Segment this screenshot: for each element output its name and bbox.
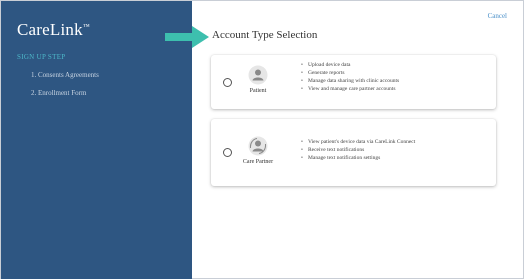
feature-item: Upload device data <box>301 61 399 69</box>
sidebar-step-consents: 1. Consents Agreements <box>31 71 99 79</box>
feature-item: View and manage care partner accounts <box>301 85 399 93</box>
arrow-right-icon <box>165 26 209 48</box>
account-card-patient[interactable]: Patient Upload device data Generate repo… <box>211 55 496 109</box>
brand-name: CareLink <box>17 20 83 39</box>
sidebar-step-enrollment: 2. Enrollment Form <box>31 89 87 97</box>
care-partner-radio[interactable] <box>223 148 232 157</box>
person-icon <box>248 65 268 85</box>
feature-item: Manage data sharing with clinic accounts <box>301 77 399 85</box>
care-partner-feature-list: View patient's device data via CareLink … <box>301 138 415 162</box>
feature-item: Receive text notifications <box>301 146 415 154</box>
page-title: Account Type Selection <box>212 29 318 41</box>
brand-logo: CareLink™ <box>17 20 90 40</box>
sidebar: CareLink™ SIGN UP STEP 1. Consents Agree… <box>1 1 192 279</box>
person-care-icon <box>248 136 268 156</box>
cancel-link[interactable]: Cancel <box>488 12 507 20</box>
signup-step-heading: SIGN UP STEP <box>17 53 66 61</box>
patient-feature-list: Upload device data Generate reports Mana… <box>301 61 399 93</box>
feature-item: Generate reports <box>301 69 399 77</box>
account-card-care-partner[interactable]: Care Partner View patient's device data … <box>211 119 496 186</box>
patient-radio[interactable] <box>223 78 232 87</box>
role-label-care-partner: Care Partner <box>242 159 274 165</box>
role-label-patient: Patient <box>249 88 267 94</box>
feature-item: View patient's device data via CareLink … <box>301 138 415 146</box>
trademark-symbol: ™ <box>82 22 90 31</box>
feature-item: Manage text notification settings <box>301 154 415 162</box>
